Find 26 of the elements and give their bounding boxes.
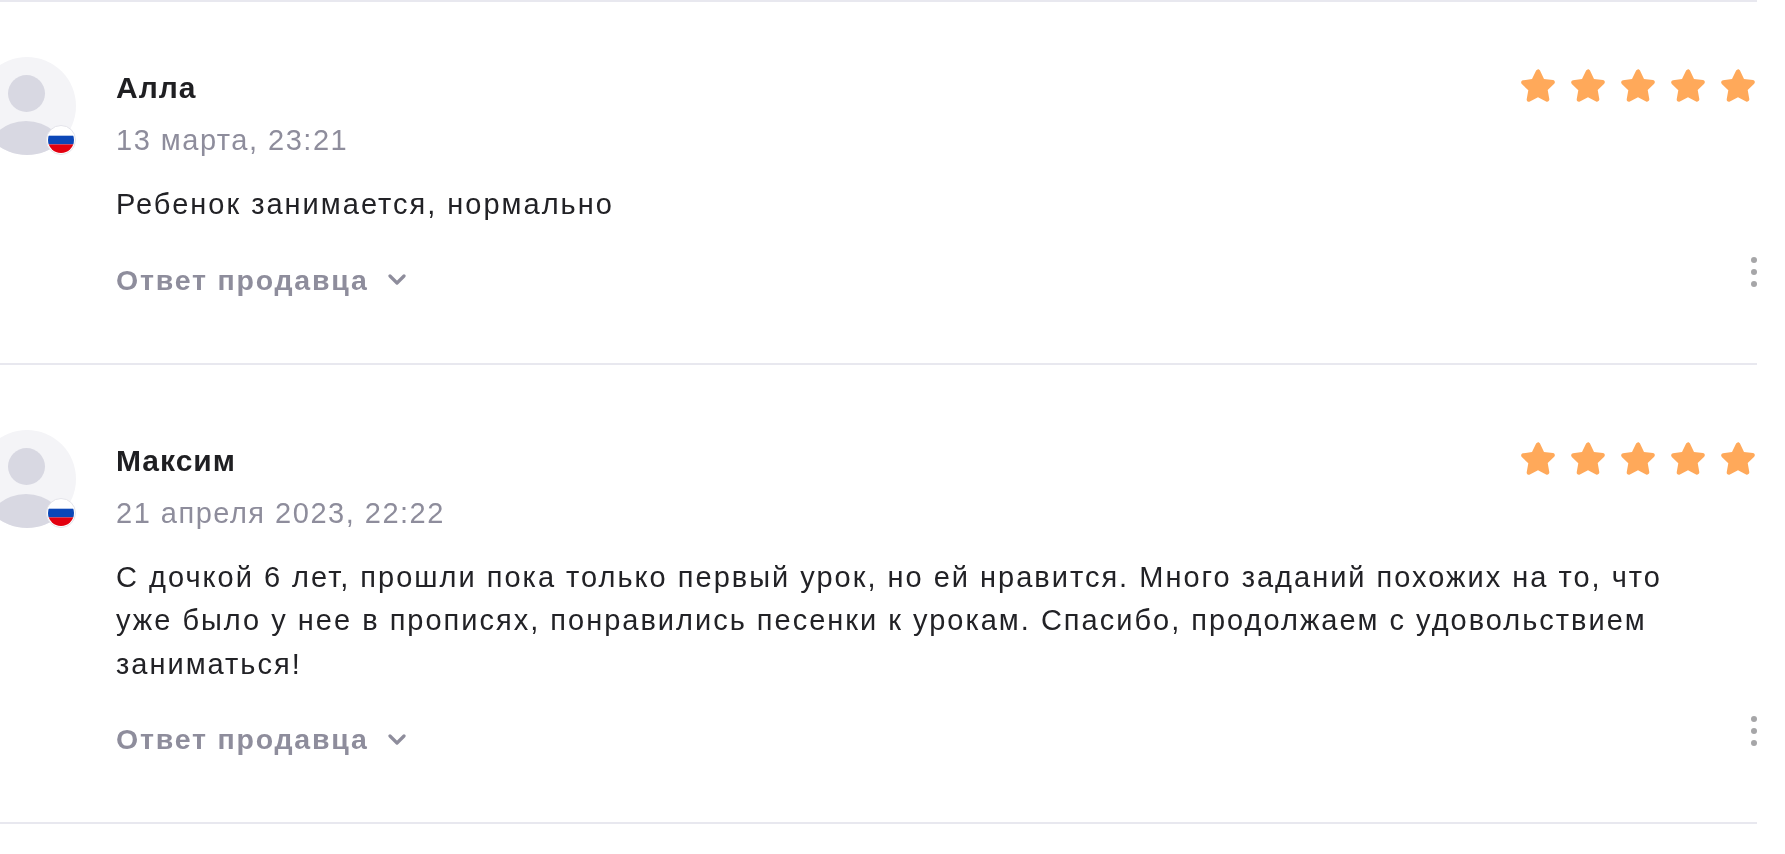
star-icon [1669, 439, 1707, 478]
star-icon [1519, 439, 1557, 478]
star-icon [1519, 67, 1557, 105]
more-button[interactable] [1751, 716, 1757, 746]
star-icon [1669, 67, 1707, 105]
review-text: Ребенок занимается, нормально [116, 187, 615, 222]
seller-reply-toggle[interactable]: Ответ продавца [116, 261, 406, 298]
author-name: Алла [116, 70, 198, 106]
review-date: 21 апреля 2023, 22:22 [116, 495, 445, 531]
star-icon [1619, 67, 1657, 105]
more-vertical-icon [1751, 256, 1757, 287]
star-icon [1719, 439, 1757, 478]
author-name: Максим [116, 442, 237, 479]
flag-icon [46, 497, 76, 528]
star-icon [1569, 67, 1607, 105]
star-icon [1569, 439, 1607, 478]
avatar-icon [0, 57, 76, 155]
review-text: С дочкой 6 лет, прошли пока только первый урок, но ей нравится. Много заданий похожих на то, что уже было у нее в прописях, понравились песенки к урокам. Спасибо, продолжаем с удовольствием заниматься! [116, 559, 1663, 682]
more-button[interactable] [1751, 256, 1757, 287]
more-vertical-icon [1751, 716, 1757, 746]
star-icon [1619, 439, 1657, 478]
avatar-icon [0, 429, 76, 528]
review-date: 13 марта, 23:21 [116, 123, 349, 158]
flag-icon [46, 125, 76, 155]
seller-reply-toggle[interactable]: Ответ продавца [116, 721, 406, 757]
star-icon [1719, 67, 1757, 105]
